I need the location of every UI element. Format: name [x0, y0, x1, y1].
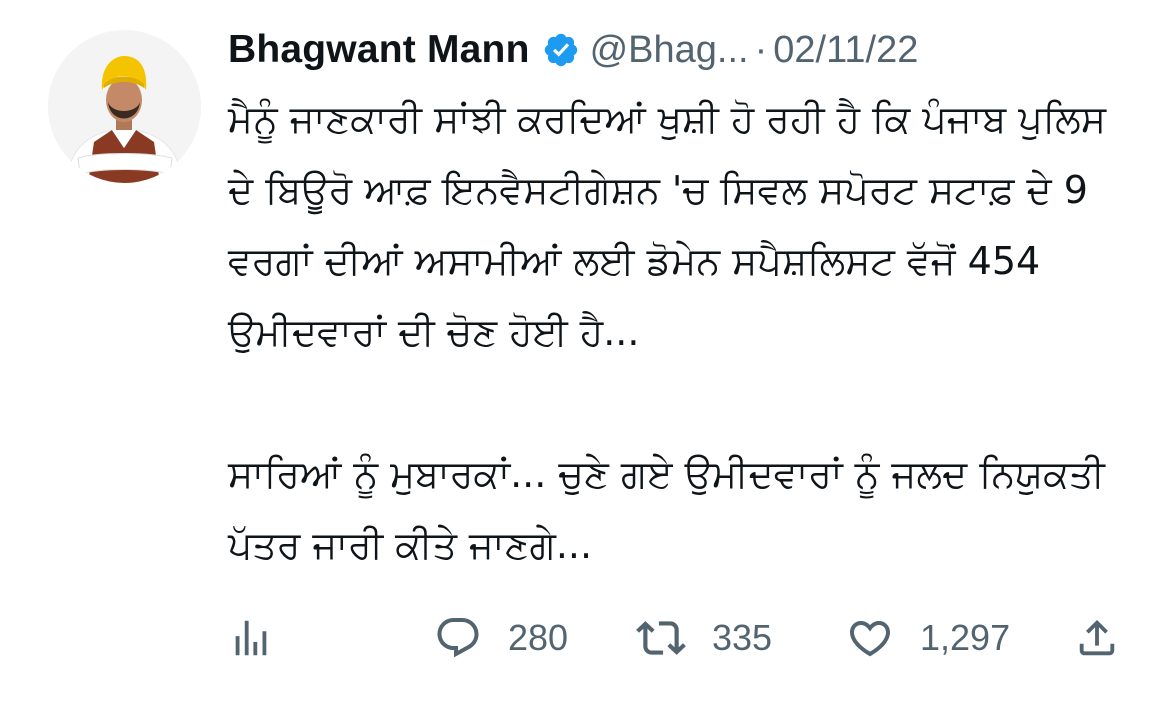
- analytics-button[interactable]: [228, 608, 274, 668]
- reply-count: 280: [508, 617, 569, 658]
- avatar-image: [48, 30, 201, 183]
- retweet-count: 335: [712, 617, 773, 658]
- tweet-text-line: ਵਰਗਾਂ ਦੀਆਂ ਅਸਾਮੀਆਂ ਲਈ ਡੋਮੇਨ ਸਪੈਸ਼ਲਿਸਟ ਵੱ…: [228, 239, 1041, 283]
- paragraph-break: [228, 368, 1148, 439]
- like-icon: [846, 614, 894, 662]
- tweet-card: Bhagwant Mann @Bhag... · 02/11/22 ਮੈਨੂੰ …: [0, 0, 1169, 711]
- avatar[interactable]: [48, 30, 201, 183]
- action-bar: 280 335 1,297: [228, 608, 1128, 668]
- tweet-header: Bhagwant Mann @Bhag... · 02/11/22: [228, 22, 918, 78]
- like-count: 1,297: [920, 617, 1011, 658]
- verified-badge-icon: [542, 31, 580, 69]
- tweet-text: ਮੈਨੂੰ ਜਾਣਕਾਰੀ ਸਾਂਝੀ ਕਰਦਿਆਂ ਖੁਸ਼ੀ ਹੋ ਰਹੀ …: [228, 84, 1148, 581]
- tweet-text-line: ਮੈਨੂੰ ਜਾਣਕਾਰੀ ਸਾਂਝੀ ਕਰਦਿਆਂ ਖੁਸ਼ੀ ਹੋ ਰਹੀ …: [228, 97, 1107, 141]
- retweet-button[interactable]: 335: [636, 608, 772, 668]
- like-button[interactable]: 1,297: [846, 608, 1010, 668]
- share-button[interactable]: [1074, 608, 1120, 668]
- analytics-icon: [228, 615, 274, 661]
- author-name[interactable]: Bhagwant Mann: [228, 28, 530, 72]
- reply-icon: [434, 614, 482, 662]
- tweet-text-line: ਉਮੀਦਵਾਰਾਂ ਦੀ ਚੋਣ ਹੋਈ ਹੈ...: [228, 310, 640, 354]
- separator-dot: ·: [754, 28, 768, 71]
- reply-button[interactable]: 280: [434, 608, 568, 668]
- tweet-text-line: ਪੱਤਰ ਜਾਰੀ ਕੀਤੇ ਜਾਣਗੇ...: [228, 523, 593, 567]
- tweet-text-line: ਸਾਰਿਆਂ ਨੂੰ ਮੁਬਾਰਕਾਂ... ਚੁਣੇ ਗਏ ਉਮੀਦਵਾਰਾਂ…: [228, 452, 1105, 496]
- tweet-date[interactable]: 02/11/22: [773, 29, 918, 72]
- author-handle[interactable]: @Bhag...: [590, 29, 749, 72]
- tweet-text-line: ਦੇ ਬਿਊਰੋ ਆਫ਼ ਇਨਵੈਸਟੀਗੇਸ਼ਨ 'ਚ ਸਿਵਲ ਸਪੋਰਟ …: [228, 168, 1088, 212]
- retweet-icon: [636, 613, 686, 663]
- share-icon: [1074, 615, 1120, 661]
